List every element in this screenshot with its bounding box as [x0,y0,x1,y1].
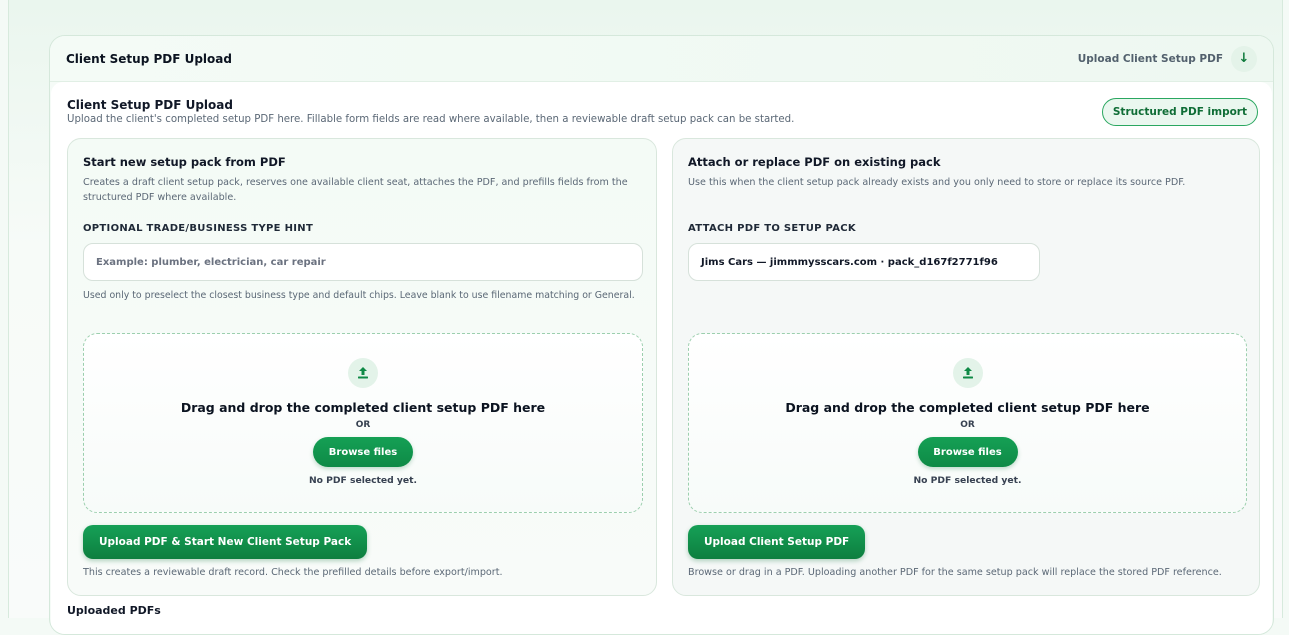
dropzone-status: No PDF selected yet. [913,475,1022,486]
new-pack-description: Creates a draft client setup pack, reser… [83,177,628,203]
dropzone-or: OR [960,420,975,430]
existing-pack-card: Attach or replace PDF on existing pack U… [672,138,1260,596]
new-pack-title: Start new setup pack from PDF [83,155,286,169]
panel-body: Client Setup PDF Upload Upload the clien… [51,82,1272,634]
structured-pdf-import-badge: Structured PDF import [1101,98,1258,126]
section-subtitle: Upload the client's completed setup PDF … [67,114,795,125]
panel-header-actions: Upload Client Setup PDF ↓ [1078,45,1257,72]
upload-icon [348,358,378,388]
client-setup-pdf-panel: Client Setup PDF Upload Upload Client Se… [49,35,1274,635]
dropzone-title: Drag and drop the completed client setup… [180,400,546,415]
attach-to-pack-label: ATTACH PDF TO SETUP PACK [688,223,856,234]
business-type-hint-label: OPTIONAL TRADE/BUSINESS TYPE HINT [83,223,314,234]
dropzone-status: No PDF selected yet. [308,475,418,486]
upload-start-new-pack-button[interactable]: Upload PDF & Start New Client Setup Pack [83,525,368,559]
panel-title: Client Setup PDF Upload [66,51,232,66]
arrow-down-icon[interactable]: ↓ [1231,45,1257,72]
browse-files-button[interactable]: Browse files [313,437,413,467]
existing-pack-title: Attach or replace PDF on existing pack [688,155,941,169]
setup-pack-select[interactable]: Jims Cars — jimmmysscars.com · pack_d167… [688,243,1040,281]
upload-client-setup-pdf-button[interactable]: Upload Client Setup PDF [688,525,866,559]
existing-pack-footnote: Browse or drag in a PDF. Uploading anoth… [688,567,1222,578]
business-type-hint-help: Used only to preselect the closest busin… [83,290,635,301]
existing-pack-dropzone[interactable]: Drag and drop the completed client setup… [688,333,1247,513]
dropzone-title: Drag and drop the completed client setup… [785,400,1150,415]
uploaded-pdfs-heading: Uploaded PDFs [67,604,161,617]
browse-files-button[interactable]: Browse files [917,437,1018,467]
upload-icon [952,358,983,388]
page-background: Client Setup PDF Upload Upload Client Se… [8,0,1283,635]
existing-pack-description: Use this when the client setup pack alre… [688,177,1186,188]
panel-header[interactable]: Client Setup PDF Upload Upload Client Se… [50,36,1273,82]
new-pack-footnote: This creates a reviewable draft record. … [83,567,503,578]
new-pack-card: Start new setup pack from PDF Creates a … [67,138,657,596]
upload-client-setup-pdf-link[interactable]: Upload Client Setup PDF [1078,53,1223,65]
dropzone-or: OR [355,420,371,430]
section-title: Client Setup PDF Upload [67,98,233,112]
new-pack-dropzone[interactable]: Drag and drop the completed client setup… [83,333,643,513]
business-type-hint-input[interactable]: Example: plumber, electrician, car repai… [83,243,643,281]
